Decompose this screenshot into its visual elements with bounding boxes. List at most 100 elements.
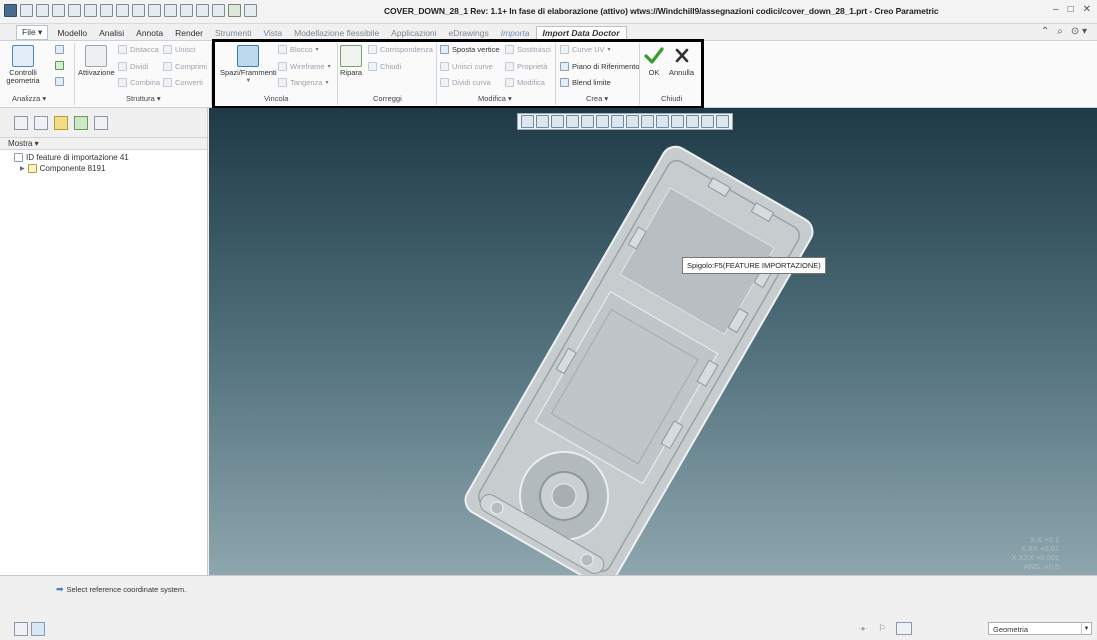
- close-button[interactable]: ✕: [1083, 4, 1091, 15]
- graphics-viewport[interactable]: Spigolo:F5(FEATURE IMPORTAZIONE) X.X +0.…: [209, 108, 1097, 575]
- comprimi-label: Comprimi: [175, 62, 208, 71]
- geometry-check-icon: [12, 45, 34, 67]
- open-file-icon[interactable]: [36, 4, 49, 17]
- toggle-navigator-icon[interactable]: [14, 622, 28, 636]
- combina-button[interactable]: Combina: [118, 78, 160, 87]
- status-bar-left: [14, 622, 45, 636]
- favorites-icon[interactable]: [74, 115, 88, 130]
- collapse-ribbon-icon[interactable]: ⌃: [1041, 26, 1049, 37]
- mostra-dropdown[interactable]: Mostra ▾: [0, 138, 207, 150]
- tolerance-line: X.XXX +0.001: [1011, 553, 1059, 562]
- redo-icon[interactable]: [100, 4, 113, 17]
- converti-button[interactable]: Converti: [163, 78, 203, 87]
- message-area: ➡ Select reference coordinate system. ·●…: [0, 575, 1097, 640]
- undo-icon[interactable]: [84, 4, 97, 17]
- tab-modello[interactable]: Modello: [51, 27, 93, 40]
- controlli-geometria-button[interactable]: Controlli geometria: [6, 45, 40, 85]
- expand-arrow-icon[interactable]: ▶: [20, 165, 25, 172]
- attivazione-button[interactable]: Attivazione: [78, 45, 115, 77]
- tree-item-label: Componente 8191: [39, 164, 106, 173]
- folder-browser-icon[interactable]: [54, 115, 68, 130]
- import-feature-icon: [14, 153, 23, 162]
- layer-tree-icon[interactable]: [34, 115, 48, 130]
- comprimi-button[interactable]: Comprimi: [163, 62, 207, 71]
- status-bar-right: ·●· ⚐: [858, 622, 913, 635]
- selection-status-icon[interactable]: ·●·: [858, 624, 868, 633]
- tab-import-data-doctor[interactable]: Import Data Doctor: [535, 26, 627, 40]
- prompt-text: Select reference coordinate system.: [66, 585, 187, 594]
- group-label-analizza[interactable]: Analizza ▾: [12, 94, 46, 103]
- check-icon-1[interactable]: [55, 45, 64, 54]
- edge-tooltip: Spigolo:F5(FEATURE IMPORTAZIONE): [682, 257, 826, 274]
- windows-icon[interactable]: [132, 4, 145, 17]
- prompt-arrow-icon: ➡: [56, 584, 64, 594]
- close-window-icon[interactable]: [148, 4, 161, 17]
- search-icon[interactable]: ⌕: [1057, 26, 1063, 37]
- save-icon[interactable]: [52, 4, 65, 17]
- tolerance-line: ANG. +0.5: [1023, 562, 1059, 571]
- tree-item-label: ID feature di importazione 41: [26, 153, 129, 162]
- feature-icon[interactable]: [94, 115, 108, 130]
- minimize-button[interactable]: –: [1053, 4, 1059, 15]
- part-model[interactable]: [209, 108, 1097, 575]
- controlli-geometria-label: Controlli geometria: [6, 68, 40, 85]
- maximize-button[interactable]: □: [1068, 4, 1074, 15]
- converti-label: Converti: [175, 78, 203, 87]
- dividi-label: Dividi: [130, 62, 149, 71]
- app-menu-icon[interactable]: [4, 4, 17, 17]
- top-right-tools: ⌃ ⌕ ⊙ ▾: [1041, 26, 1087, 37]
- check-icon-3[interactable]: [55, 77, 64, 86]
- mostra-label: Mostra ▾: [8, 139, 39, 148]
- distacca-label: Distacca: [130, 45, 159, 54]
- component-icon: [27, 164, 37, 173]
- unisci-button[interactable]: Unisci: [163, 45, 195, 54]
- window-title: COVER_DOWN_28_1 Rev: 1.1+ In fase di ela…: [384, 6, 939, 16]
- ribbon-tabs: File ▾ Modello Analisi Annota Render Str…: [0, 25, 1097, 40]
- tolerance-line: X.XX +0.01: [1020, 544, 1059, 553]
- selection-filter-value: Geometria: [993, 625, 1029, 634]
- unisci-label: Unisci: [175, 45, 196, 54]
- tree-item[interactable]: ID feature di importazione 41: [6, 152, 201, 163]
- find-icon[interactable]: [896, 622, 913, 635]
- prompt-message: ➡ Select reference coordinate system.: [56, 584, 186, 595]
- window-controls: – □ ✕: [1053, 4, 1091, 15]
- split-icon: [118, 62, 127, 71]
- flag-icon[interactable]: ⚐: [878, 623, 886, 634]
- model-tree-icon[interactable]: [14, 115, 28, 130]
- customize-icon[interactable]: [244, 4, 257, 17]
- print-icon[interactable]: [68, 4, 81, 17]
- view-icon[interactable]: [196, 4, 209, 17]
- measure-icon[interactable]: [164, 4, 177, 17]
- tree-item[interactable]: ▶ Componente 8191: [6, 163, 201, 174]
- highlight-box: [212, 39, 704, 109]
- compress-icon: [163, 62, 172, 71]
- new-file-icon[interactable]: [20, 4, 33, 17]
- check-icon-2[interactable]: [55, 61, 64, 70]
- regenerate-icon[interactable]: [116, 4, 129, 17]
- tab-file[interactable]: File ▾: [16, 25, 49, 40]
- model-tree-toolbar: [0, 108, 207, 138]
- tolerance-line: X.X +0.1: [1030, 535, 1059, 544]
- help-icon[interactable]: ⊙ ▾: [1071, 26, 1087, 37]
- activation-icon: [85, 45, 108, 67]
- layer-icon[interactable]: [228, 4, 241, 17]
- display-icon[interactable]: [212, 4, 225, 17]
- dividi-button[interactable]: Dividi: [118, 62, 148, 71]
- tab-analisi[interactable]: Analisi: [93, 27, 130, 40]
- sketch-icon[interactable]: [180, 4, 193, 17]
- title-bar: COVER_DOWN_28_1 Rev: 1.1+ In fase di ela…: [0, 0, 1097, 24]
- model-tree: ID feature di importazione 41 ▶ Componen…: [0, 150, 207, 176]
- combina-label: Combina: [130, 78, 161, 87]
- combine-icon: [118, 78, 127, 87]
- chevron-down-icon: ▼: [1081, 623, 1091, 634]
- quick-access-toolbar: [4, 4, 257, 17]
- join-icon: [163, 45, 172, 54]
- selection-filter-dropdown[interactable]: Geometria ▼: [988, 622, 1092, 635]
- group-label-struttura[interactable]: Struttura ▾: [126, 94, 161, 103]
- convert-icon: [163, 78, 172, 87]
- detach-icon: [118, 45, 127, 54]
- tab-render[interactable]: Render: [169, 27, 209, 40]
- toggle-browser-icon[interactable]: [31, 622, 45, 636]
- distacca-button[interactable]: Distacca: [118, 45, 159, 54]
- tab-annota[interactable]: Annota: [130, 27, 169, 40]
